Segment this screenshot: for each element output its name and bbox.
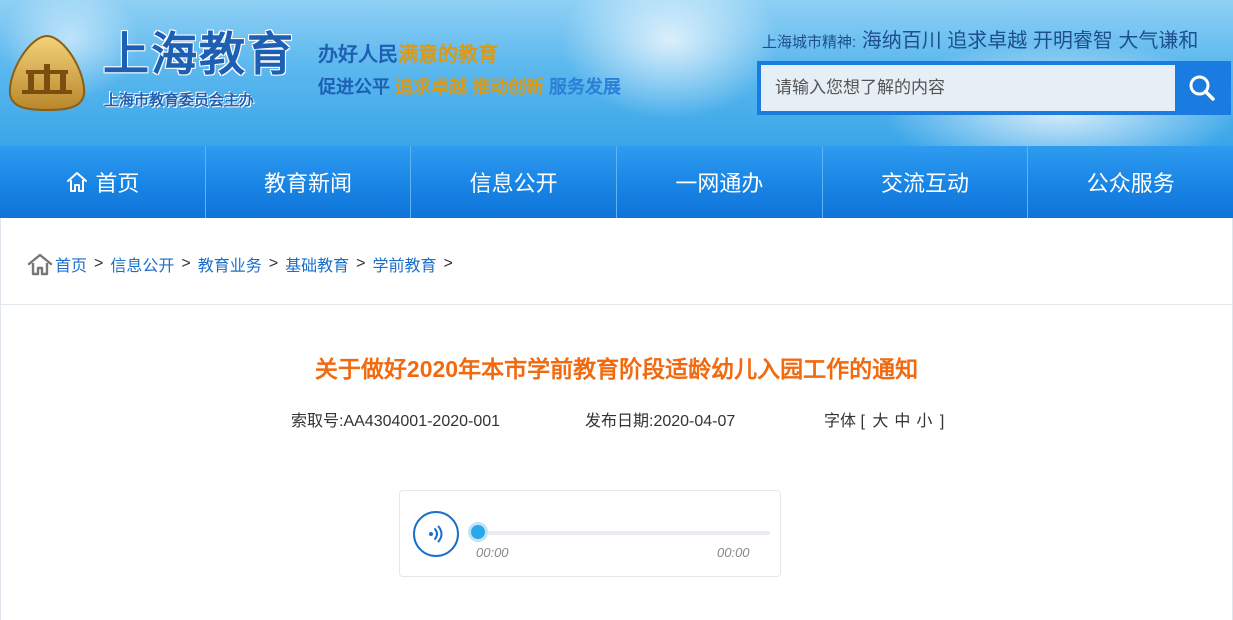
- breadcrumb-link-home[interactable]: 首页: [55, 252, 87, 276]
- slogan-line-1: 办好人民满意的教育: [318, 44, 498, 66]
- breadcrumb-separator: >: [443, 255, 453, 272]
- nav-item-public-service[interactable]: 公众服务: [1028, 146, 1233, 218]
- article-meta: 索取号:AA4304001-2020-001 发布日期:2020-04-07 字…: [291, 407, 944, 431]
- search-button[interactable]: [1177, 65, 1227, 111]
- speaker-icon: [429, 525, 443, 543]
- home-icon: [65, 170, 89, 194]
- site-logo-title[interactable]: 上海教育: [103, 28, 295, 80]
- audio-progress-track[interactable]: [478, 531, 770, 535]
- site-logo-subtitle: 上海市教育委员会主办: [104, 92, 255, 109]
- nav-item-home[interactable]: 首页: [0, 146, 206, 218]
- slogan-line-2: 促进公平 追求卓越 推动创新 服务发展: [318, 77, 622, 97]
- breadcrumb: 首页 > 信息公开 > 教育业务 > 基础教育 > 学前教育 >: [27, 252, 460, 276]
- breadcrumb-separator: >: [268, 255, 279, 272]
- breadcrumb-separator: >: [181, 255, 191, 272]
- breadcrumb-link-preschool-education[interactable]: 学前教育: [372, 252, 436, 276]
- home-icon[interactable]: [27, 252, 53, 276]
- nav-item-education-news[interactable]: 教育新闻: [206, 146, 412, 218]
- audio-current-time: 00:00: [476, 545, 509, 560]
- audio-duration: 00:00: [717, 545, 750, 560]
- font-size-medium[interactable]: 中: [894, 413, 910, 430]
- index-number: 索取号:AA4304001-2020-001: [291, 413, 501, 430]
- city-spirit-text: 海纳百川 追求卓越 开明睿智 大气谦和: [861, 30, 1199, 52]
- search-icon: [1189, 75, 1215, 101]
- search-box: [757, 61, 1231, 115]
- audio-play-button[interactable]: [413, 511, 459, 557]
- breadcrumb-link-education-business[interactable]: 教育业务: [198, 252, 262, 276]
- site-header: 上海教育 上海市教育委员会主办 办好人民满意的教育 促进公平 追求卓越 推动创新…: [0, 0, 1233, 146]
- nav-item-one-stop-service[interactable]: 一网通办: [617, 146, 823, 218]
- nav-item-label: 公众服务: [1086, 171, 1175, 196]
- nav-item-label: 信息公开: [469, 171, 558, 196]
- main-content: 首页 > 信息公开 > 教育业务 > 基础教育 > 学前教育 > 关于做好202…: [0, 218, 1233, 620]
- audio-player: 00:00 00:00: [399, 490, 781, 577]
- city-spirit-label: 上海城市精神:: [762, 34, 857, 51]
- font-size-large[interactable]: 大: [872, 413, 888, 430]
- breadcrumb-separator: >: [94, 255, 104, 272]
- nav-item-label: 一网通办: [675, 171, 764, 196]
- font-size-label: 字体: [824, 413, 857, 430]
- breadcrumb-link-info-disclosure[interactable]: 信息公开: [110, 252, 174, 276]
- search-input[interactable]: [761, 65, 1175, 111]
- nav-item-interaction[interactable]: 交流互动: [823, 146, 1029, 218]
- nav-item-label: 教育新闻: [264, 171, 353, 196]
- font-size-small[interactable]: 小: [916, 413, 932, 430]
- divider: [1, 304, 1232, 305]
- emblem-logo-icon[interactable]: [6, 32, 88, 112]
- article-title: 关于做好2020年本市学前教育阶段适龄幼儿入园工作的通知: [314, 356, 919, 382]
- font-size-selector: 字体 [ 大中小 ]: [824, 413, 945, 430]
- nav-item-label: 首页: [95, 171, 140, 196]
- breadcrumb-link-basic-education[interactable]: 基础教育: [285, 252, 349, 276]
- breadcrumb-separator: >: [356, 255, 366, 272]
- publish-date: 发布日期:2020-04-07: [585, 413, 736, 430]
- nav-item-label: 交流互动: [881, 171, 970, 196]
- nav-item-info-disclosure[interactable]: 信息公开: [411, 146, 618, 218]
- audio-progress-handle[interactable]: [471, 525, 485, 539]
- city-spirit: 上海城市精神: 海纳百川 追求卓越 开明睿智 大气谦和: [762, 28, 1198, 56]
- main-nav: 首页 教育新闻 信息公开 一网通办 交流互动 公众服务: [0, 146, 1233, 218]
